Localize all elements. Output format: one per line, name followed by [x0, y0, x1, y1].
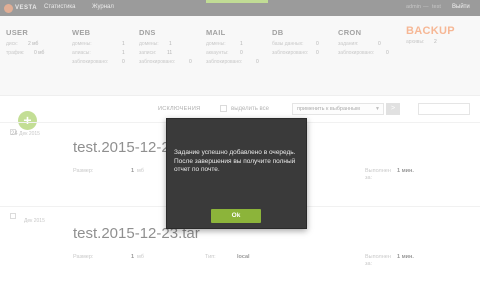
notification-dialog: Задание успешно добавлено в очередь. Пос…	[166, 118, 307, 229]
dialog-message: Задание успешно добавлено в очередь. Пос…	[174, 149, 296, 173]
ok-button[interactable]: Ok	[211, 209, 261, 223]
